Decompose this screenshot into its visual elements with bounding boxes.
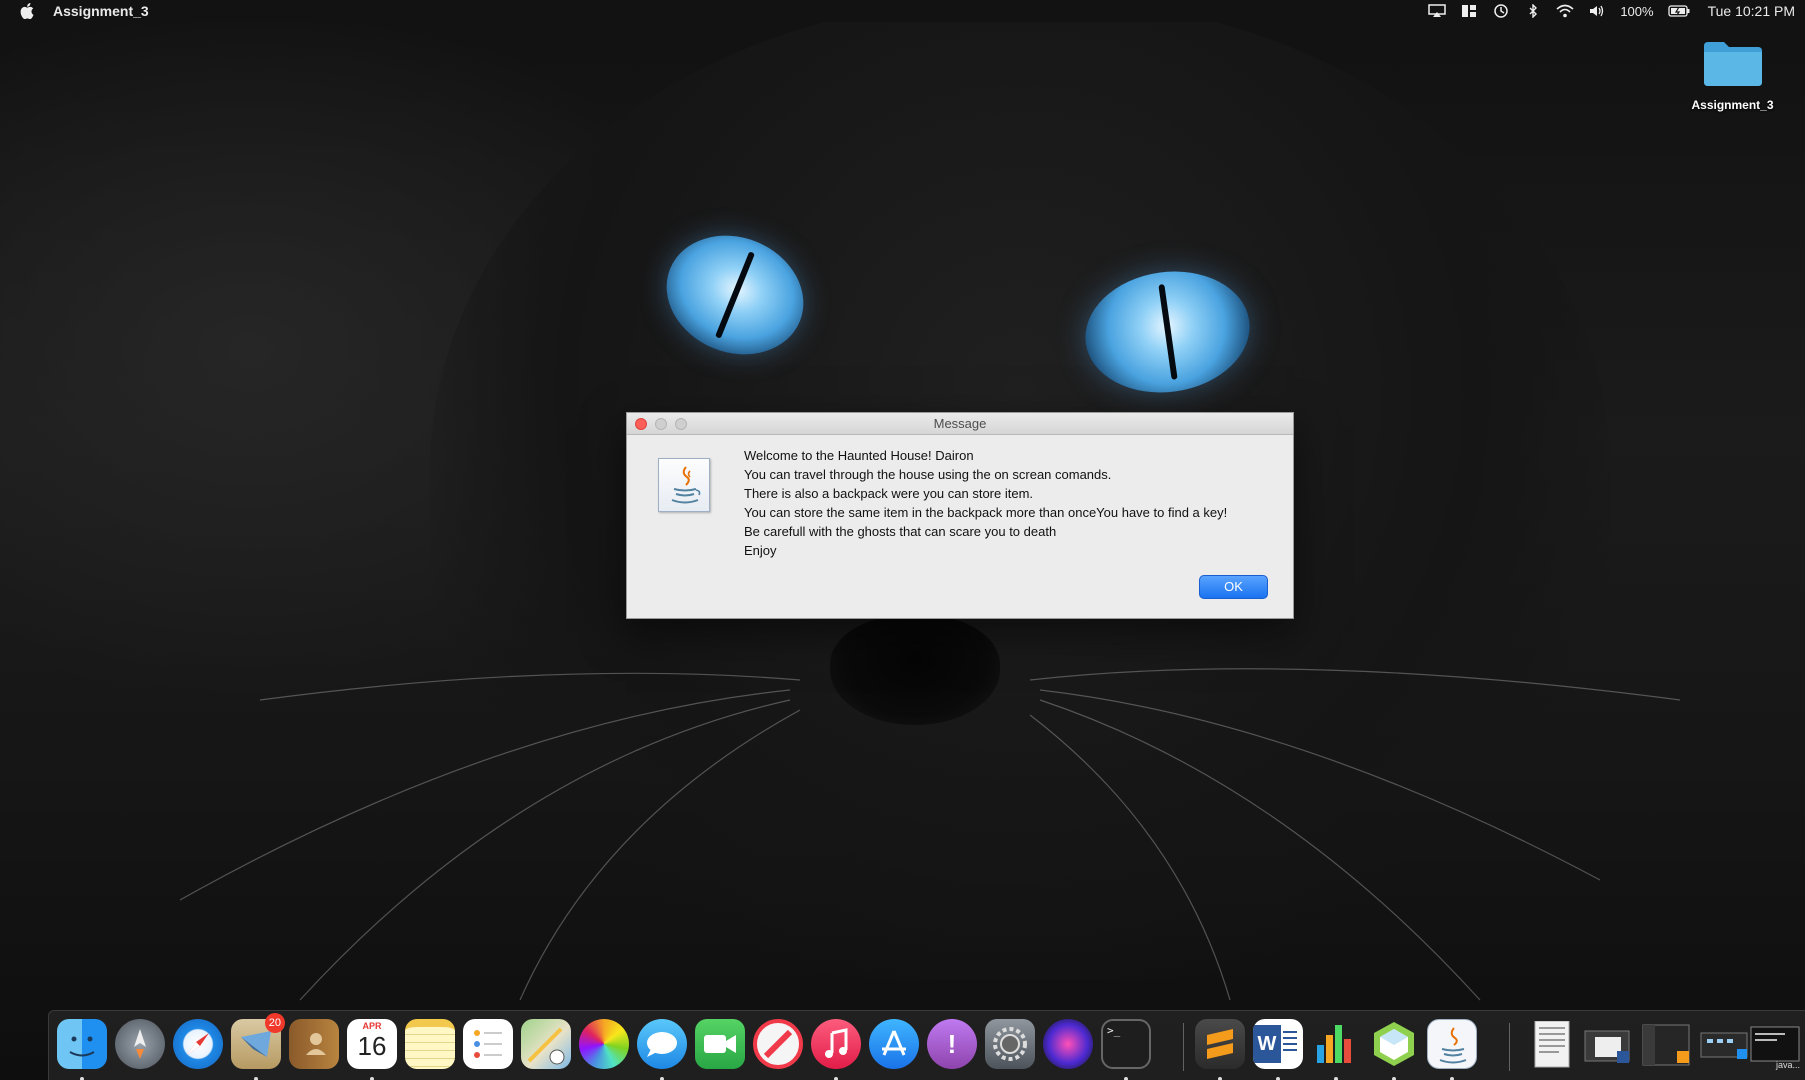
message-dialog: Message Welcome to the Haunted House! Da… — [626, 412, 1294, 619]
dock-numbers[interactable] — [1311, 1019, 1361, 1080]
dock-app-store[interactable] — [869, 1019, 919, 1069]
messages-icon — [637, 1019, 687, 1069]
calendar-icon: APR 16 — [347, 1019, 397, 1069]
dock-facetime[interactable] — [695, 1019, 745, 1069]
dock-messages[interactable] — [637, 1019, 687, 1080]
dock-virtualbox[interactable] — [1369, 1019, 1419, 1080]
launchpad-icon — [115, 1019, 165, 1069]
wifi-icon[interactable] — [1556, 4, 1574, 18]
finder-icon — [57, 1019, 107, 1069]
dock-thumbnail-document[interactable] — [1525, 1020, 1577, 1069]
dock-maps[interactable] — [521, 1019, 571, 1069]
virtualbox-icon — [1369, 1019, 1419, 1069]
app-store-icon — [869, 1019, 919, 1069]
message-line: Be carefull with the ghosts that can sca… — [744, 524, 1057, 539]
word-icon: W — [1253, 1019, 1303, 1069]
airplay-icon[interactable] — [1428, 4, 1447, 18]
dock-reminders[interactable] — [463, 1019, 513, 1069]
news-icon — [753, 1019, 803, 1069]
desktop-folder-assignment[interactable]: Assignment_3 — [1680, 38, 1785, 112]
dock-safari[interactable] — [173, 1019, 223, 1069]
dock-thumbnail-sublime-window[interactable] — [1641, 1021, 1693, 1069]
message-line: You can travel through the house using t… — [744, 467, 1112, 482]
menu-clock[interactable]: Tue 10:21 PM — [1708, 3, 1795, 19]
volume-icon[interactable] — [1588, 4, 1606, 18]
sublime-icon — [1195, 1019, 1245, 1069]
dock-music[interactable] — [811, 1019, 861, 1080]
feedback-icon: ! — [927, 1019, 977, 1069]
java-icon — [658, 458, 710, 512]
status-area: 100% Tue 10:21 PM — [1428, 0, 1795, 22]
folder-label: Assignment_3 — [1691, 98, 1774, 112]
dock-contacts[interactable] — [289, 1019, 339, 1069]
time-machine-icon[interactable] — [1492, 4, 1510, 18]
dock: 20 APR 16 ! >_ W — [48, 1010, 1805, 1080]
dialog-titlebar[interactable]: Message — [627, 413, 1293, 435]
message-line: You can store the same item in the backp… — [744, 505, 1228, 520]
terminal-icon: >_ — [1101, 1019, 1151, 1069]
music-icon — [811, 1019, 861, 1069]
numbers-icon — [1311, 1019, 1361, 1069]
dock-photos[interactable] — [579, 1019, 629, 1069]
dock-separator — [1509, 1023, 1510, 1071]
java-app-icon — [1427, 1019, 1477, 1069]
siri-icon — [1043, 1019, 1093, 1069]
dock-notes[interactable] — [405, 1019, 455, 1069]
folder-icon — [1702, 38, 1764, 88]
reminders-icon — [463, 1019, 513, 1069]
maps-icon — [521, 1019, 571, 1069]
dock-system-preferences[interactable] — [985, 1019, 1035, 1069]
dock-news[interactable] — [753, 1019, 803, 1069]
battery-icon[interactable] — [1667, 4, 1690, 18]
mail-badge: 20 — [264, 1013, 285, 1033]
close-button[interactable] — [635, 418, 647, 430]
dock-word[interactable]: W — [1253, 1019, 1303, 1080]
dock-thumbnail-word-window[interactable] — [1583, 1021, 1635, 1069]
dock-calendar[interactable]: APR 16 — [347, 1019, 397, 1080]
ok-button[interactable]: OK — [1199, 575, 1268, 599]
menu-bar: Assignment_3 100% Tue 10:21 PM — [0, 0, 1805, 22]
dock-siri[interactable] — [1043, 1019, 1093, 1069]
minimize-button[interactable] — [655, 418, 667, 430]
battery-percentage[interactable]: 100% — [1620, 4, 1653, 19]
dock-mail[interactable]: 20 — [231, 1013, 285, 1080]
dock-thumbnail-finder-window[interactable] — [1699, 1021, 1751, 1069]
message-line: Enjoy — [744, 543, 777, 558]
bluetooth-icon[interactable] — [1524, 3, 1542, 19]
safari-icon — [173, 1019, 223, 1069]
dock-launchpad[interactable] — [115, 1019, 165, 1069]
dialog-message: Welcome to the Haunted House! Dairon You… — [744, 446, 1227, 560]
zoom-button[interactable] — [675, 418, 687, 430]
apple-icon[interactable] — [20, 3, 34, 20]
layout-icon[interactable] — [1460, 4, 1478, 18]
dock-java[interactable] — [1427, 1019, 1477, 1080]
dock-thumbnail-label: java... — [1776, 1060, 1801, 1070]
dock-separator — [1183, 1023, 1184, 1071]
dock-sublime-text[interactable] — [1195, 1019, 1245, 1080]
contacts-icon — [289, 1019, 339, 1069]
calendar-day: 16 — [357, 1031, 387, 1061]
dock-terminal[interactable]: >_ — [1101, 1019, 1151, 1080]
message-line: There is also a backpack were you can st… — [744, 486, 1034, 501]
dock-feedback-assistant[interactable]: ! — [927, 1019, 977, 1069]
facetime-icon — [695, 1019, 745, 1069]
calendar-month: APR — [362, 1021, 382, 1031]
notes-icon — [405, 1019, 455, 1069]
dialog-title: Message — [933, 416, 987, 431]
dock-finder[interactable] — [57, 1019, 107, 1080]
photos-icon — [579, 1019, 629, 1069]
active-app-name[interactable]: Assignment_3 — [53, 3, 149, 19]
gear-icon — [985, 1019, 1035, 1069]
message-line: Welcome to the Haunted House! Dairon — [744, 448, 974, 463]
